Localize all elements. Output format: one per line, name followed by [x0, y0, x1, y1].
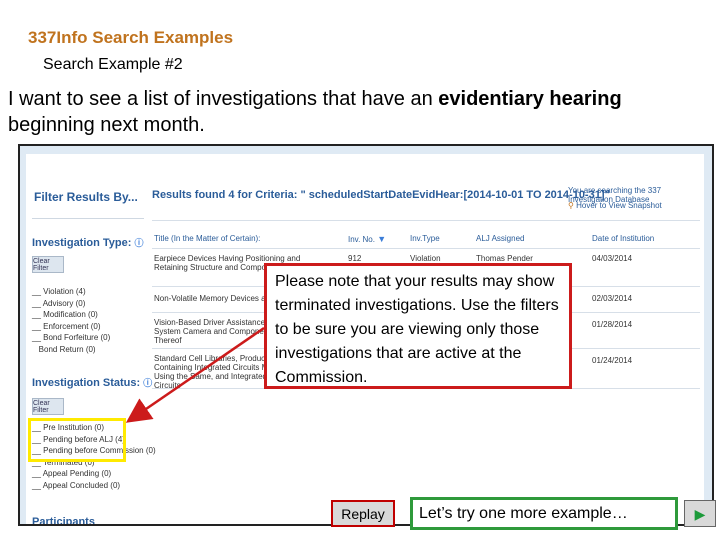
- search-icon: ⚲: [568, 201, 574, 210]
- filter-item-enforcement[interactable]: __ Enforcement (0): [32, 321, 110, 333]
- investigation-type-title: Investigation Type: ⓘ: [32, 237, 144, 249]
- next-example-link[interactable]: Let’s try one more example…: [410, 497, 678, 530]
- brand-title: 337Info Search Examples: [28, 28, 234, 47]
- column-date[interactable]: Date of Institution: [592, 234, 654, 243]
- divider: [152, 220, 700, 221]
- row-alj: Thomas Pender: [476, 254, 533, 263]
- filter-item-modification[interactable]: __ Modification (0): [32, 309, 110, 321]
- row-inv-type: Violation: [410, 254, 441, 263]
- info-icon: ⓘ: [143, 378, 153, 388]
- results-title: Results found 4 for Criteria: " schedule…: [152, 189, 610, 201]
- filter-title: Filter Results By...: [34, 190, 138, 204]
- row-date: 01/28/2014: [592, 320, 633, 329]
- example-subheading: Search Example #2: [43, 56, 183, 73]
- info-icon: ⓘ: [134, 238, 144, 248]
- sort-down-icon: ▼: [377, 234, 387, 244]
- row-date: 02/03/2014: [592, 294, 633, 303]
- filter-item-violation[interactable]: __ Violation (4): [32, 286, 110, 298]
- investigation-type-list: __ Violation (4) __ Advisory (0) __ Modi…: [32, 286, 110, 355]
- divider: [152, 248, 700, 249]
- filter-item-bond-forfeiture[interactable]: __ Bond Forfeiture (0): [32, 332, 110, 344]
- column-inv-type[interactable]: Inv.Type: [410, 234, 440, 243]
- investigation-status-title: Investigation Status: ⓘ: [32, 377, 153, 389]
- participants-title: Participants: [32, 516, 95, 526]
- highlight-status-filters: [28, 418, 126, 462]
- intro-text: I want to see a list of investigations t…: [8, 86, 708, 138]
- filter-item-advisory[interactable]: __ Advisory (0): [32, 298, 110, 310]
- divider: [32, 218, 144, 219]
- snapshot-link[interactable]: ⚲ Hover to View Snapshot: [568, 201, 662, 210]
- intro-bold: evidentiary hearing: [438, 88, 622, 110]
- column-alj[interactable]: ALJ Assigned: [476, 234, 524, 243]
- play-icon: ▶: [694, 505, 706, 522]
- intro-before: I want to see a list of investigations t…: [8, 88, 439, 110]
- row-inv-no: 912: [348, 254, 362, 263]
- row-date: 01/24/2014: [592, 356, 633, 365]
- next-play-button[interactable]: ▶: [684, 500, 716, 527]
- replay-button[interactable]: Replay: [331, 500, 395, 527]
- callout-note: Please note that your results may show t…: [264, 263, 572, 389]
- intro-after: beginning next month.: [8, 114, 205, 136]
- clear-filter-type-button[interactable]: Clear Filter: [32, 256, 64, 273]
- row-date: 04/03/2014: [592, 254, 633, 263]
- column-title[interactable]: Title (In the Matter of Certain):: [154, 234, 260, 243]
- filter-item-bond-return[interactable]: Bond Return (0): [32, 344, 110, 356]
- clear-filter-status-button[interactable]: Clear Filter: [32, 398, 64, 415]
- filter-item-appeal-concluded[interactable]: __ Appeal Concluded (0): [32, 480, 156, 492]
- column-inv-no[interactable]: Inv. No. ▼: [348, 234, 386, 244]
- filter-item-appeal-pending[interactable]: __ Appeal Pending (0): [32, 468, 156, 480]
